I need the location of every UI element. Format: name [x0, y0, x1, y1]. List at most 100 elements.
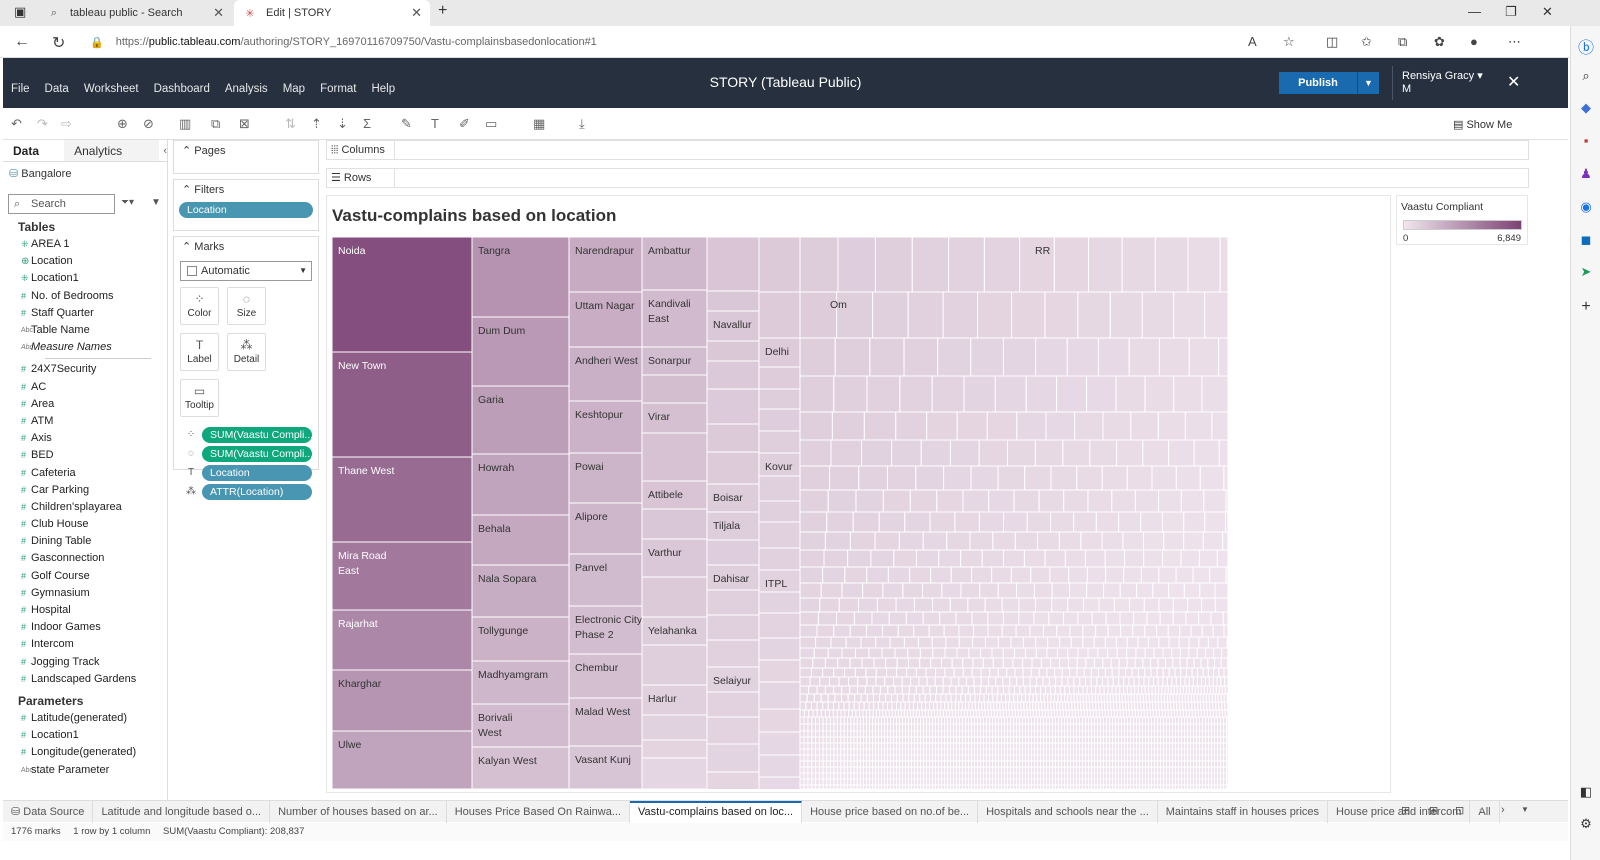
treemap-cell[interactable] — [1161, 511, 1185, 533]
treemap-cell[interactable] — [1093, 636, 1106, 649]
refresh-icon[interactable]: ↻ — [52, 33, 65, 53]
treemap-cell[interactable] — [1207, 636, 1219, 649]
treemap-cell[interactable] — [816, 624, 835, 638]
treemap-cell[interactable] — [875, 636, 891, 649]
treemap-cell[interactable] — [955, 693, 962, 703]
field-item[interactable]: # No. of Bedrooms — [3, 288, 167, 305]
treemap-cell[interactable] — [1055, 676, 1063, 687]
treemap-cell[interactable] — [826, 716, 831, 725]
treemap-cell[interactable] — [904, 511, 931, 533]
treemap-cell[interactable] — [838, 676, 850, 687]
treemap-cell[interactable] — [1026, 511, 1052, 533]
treemap-cell[interactable] — [1226, 778, 1228, 786]
treemap-cell[interactable] — [849, 657, 863, 669]
treemap-cell[interactable] — [1035, 685, 1042, 695]
treemap-cell[interactable] — [826, 730, 831, 738]
treemap-cell[interactable] — [1105, 566, 1125, 584]
treemap-cell[interactable] — [843, 742, 849, 750]
url-field[interactable]: 🔒 https://public.tableau.com/authoring/S… — [90, 31, 1370, 53]
treemap-cell[interactable] — [1104, 636, 1117, 649]
treemap-cell[interactable] — [942, 676, 952, 687]
measure-item[interactable]: # Gasconnection — [3, 550, 167, 567]
measure-item[interactable]: # AC — [3, 379, 167, 396]
mark-pill[interactable]: ATTR(Location) — [202, 483, 312, 500]
treemap-cell[interactable] — [1226, 742, 1228, 750]
treemap-cell[interactable] — [910, 676, 920, 687]
treemap-cell[interactable] — [1168, 582, 1185, 599]
treemap-cell[interactable] — [1013, 693, 1019, 703]
treemap-cell[interactable] — [1198, 549, 1218, 568]
treemap-cell[interactable] — [641, 576, 708, 618]
treemap-cell[interactable] — [1153, 676, 1159, 687]
treemap-cell[interactable] — [818, 742, 824, 750]
treemap-cell[interactable] — [1090, 667, 1099, 678]
treemap-cell[interactable] — [799, 597, 821, 613]
treemap-cell[interactable] — [1179, 657, 1188, 669]
treemap-cell[interactable] — [822, 566, 846, 584]
treemap-cell[interactable] — [973, 685, 981, 695]
treemap-cell[interactable] — [1073, 685, 1079, 695]
treemap-cell[interactable] — [1183, 511, 1206, 533]
treemap-cell[interactable] — [815, 772, 820, 780]
treemap-cell[interactable] — [1219, 237, 1228, 293]
treemap-cell[interactable] — [1202, 667, 1209, 678]
treemap-cell[interactable] — [803, 716, 809, 725]
treemap-cell[interactable] — [833, 723, 838, 732]
treemap-cell[interactable] — [706, 639, 760, 668]
treemap-cell[interactable] — [1224, 685, 1228, 695]
mark-type-select[interactable]: Automatic ▼ — [180, 261, 312, 281]
treemap-cell[interactable] — [992, 531, 1016, 551]
treemap-cell[interactable] — [1144, 624, 1158, 638]
treemap-cell[interactable] — [1123, 685, 1128, 695]
treemap-cell[interactable] — [1157, 411, 1186, 441]
treemap-cell[interactable] — [1175, 676, 1182, 687]
treemap-cell[interactable] — [896, 701, 902, 711]
treemap-cell[interactable] — [873, 693, 881, 703]
treemap-cell[interactable] — [848, 676, 859, 687]
treemap-cell[interactable] — [799, 566, 824, 584]
treemap-cell[interactable] — [807, 766, 813, 774]
treemap-cell[interactable] — [1225, 489, 1228, 513]
treemap-cell[interactable] — [1184, 411, 1213, 441]
browser-tab-search[interactable]: ⌕ tableau public - Search ✕ — [38, 0, 232, 26]
treemap-cell[interactable] — [901, 685, 910, 695]
treemap-cell[interactable] — [1056, 375, 1088, 413]
treemap-cell[interactable] — [988, 676, 997, 687]
treemap-cell[interactable] — [843, 766, 849, 774]
treemap-cell[interactable] — [870, 549, 895, 568]
treemap-cell[interactable] — [1126, 647, 1137, 659]
treemap-cell[interactable] — [882, 489, 911, 513]
treemap-cell[interactable] — [1224, 709, 1228, 718]
label-button[interactable]: T Label — [180, 333, 219, 371]
treemap-cell[interactable] — [886, 465, 917, 491]
treemap-cell[interactable] — [945, 693, 952, 703]
treemap-cell[interactable] — [1180, 667, 1187, 678]
treemap-cell[interactable] — [1225, 511, 1228, 533]
treemap-cell[interactable] — [871, 611, 890, 626]
treemap-cell[interactable] — [891, 439, 922, 467]
treemap-cell[interactable] — [1144, 647, 1155, 659]
treemap-cell[interactable] — [1022, 657, 1033, 669]
treemap-cell[interactable] — [893, 549, 917, 568]
treemap-cell[interactable] — [1002, 657, 1014, 669]
treemap-cell[interactable] — [1140, 566, 1160, 584]
treemap-cell[interactable] — [961, 701, 967, 711]
treemap-cell[interactable] — [758, 731, 801, 756]
treemap-cell[interactable] — [803, 784, 809, 789]
treemap-cell[interactable] — [929, 701, 934, 711]
treemap-cell[interactable] — [815, 636, 832, 649]
treemap-cell[interactable] — [1162, 676, 1168, 687]
treemap-cell[interactable] — [1059, 657, 1070, 669]
treemap-cell[interactable] — [1101, 531, 1124, 551]
treemap-cell[interactable] — [875, 667, 888, 678]
treemap-cell[interactable] — [938, 549, 962, 568]
treemap-cell[interactable] — [843, 736, 849, 744]
treemap-cell[interactable] — [833, 742, 838, 750]
treemap-cell[interactable] — [921, 701, 927, 711]
sheet-tab[interactable]: Houses Price Based On Rainwa... — [447, 800, 630, 823]
treemap-cell[interactable] — [840, 766, 845, 774]
treemap-cell[interactable] — [1203, 489, 1227, 513]
treemap-cell[interactable] — [811, 730, 817, 738]
treemap-cell[interactable] — [1067, 647, 1079, 659]
treemap-cell[interactable] — [1002, 337, 1037, 377]
